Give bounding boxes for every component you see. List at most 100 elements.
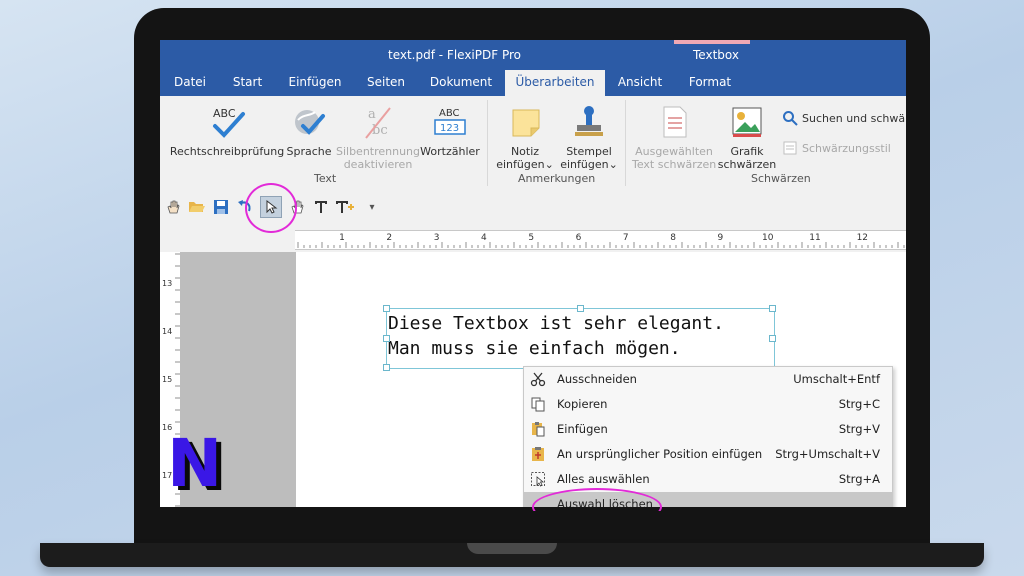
tab-datei[interactable]: Datei — [160, 70, 220, 96]
svg-text:a: a — [368, 107, 376, 122]
tab-ansicht[interactable]: Ansicht — [605, 70, 675, 96]
redact-style-icon — [783, 141, 797, 155]
ruler-label: 4 — [481, 233, 487, 243]
redact-graphic-button[interactable]: Grafik schwärzen — [716, 102, 778, 171]
menu-item-paste-in-place[interactable]: An ursprünglicher Position einfügen Strg… — [524, 442, 892, 467]
menu-item-shortcut: Strg+V — [838, 422, 880, 436]
resize-handle[interactable] — [383, 364, 390, 371]
hand-icon[interactable] — [163, 197, 183, 217]
menu-item-cut[interactable]: Ausschneiden Umschalt+Entf — [524, 367, 892, 392]
context-tab-band — [674, 40, 750, 44]
scissors-icon — [530, 372, 546, 387]
insert-note-button[interactable]: Notiz einfügen⌄ — [492, 102, 558, 171]
ruler-label: 10 — [762, 233, 774, 243]
search-redact-button[interactable]: Suchen und schwärzen — [782, 110, 906, 126]
ribbon-tabs: Datei Start Einfügen Seiten Dokument Übe… — [160, 70, 906, 96]
menu-item-label: Alles auswählen — [557, 472, 650, 486]
insert-stamp-dropdown-icon: ⌄ — [608, 158, 618, 171]
context-menu: Ausschneiden Umschalt+Entf Kopieren Strg… — [523, 366, 893, 507]
highlight-circle-select-tool — [245, 183, 297, 233]
svg-text:bc: bc — [372, 123, 388, 138]
group-label-redact: Schwärzen — [751, 172, 811, 185]
redact-graphic-label-2: schwärzen — [717, 158, 777, 171]
add-text-icon[interactable] — [335, 197, 355, 217]
ribbon-separator — [625, 100, 626, 186]
insert-stamp-button[interactable]: Stempel einfügen⌄ — [556, 102, 622, 171]
sticky-note-icon — [512, 109, 540, 137]
resize-handle[interactable] — [383, 335, 390, 342]
menu-item-copy[interactable]: Kopieren Strg+C — [524, 392, 892, 417]
ruler-label: 7 — [623, 233, 629, 243]
stamp-icon — [575, 106, 603, 136]
language-button[interactable]: Sprache — [284, 102, 334, 158]
insert-stamp-label-2: einfügen — [560, 158, 609, 171]
hyphenation-button[interactable]: a bc Silbentrennung deaktivieren — [332, 102, 424, 171]
resize-handle[interactable] — [769, 335, 776, 342]
resize-handle[interactable] — [769, 305, 776, 312]
menu-item-shortcut: Strg+C — [838, 397, 880, 411]
hyphenation-icon: a bc — [365, 107, 391, 139]
globe-check-icon — [295, 110, 325, 135]
save-icon[interactable] — [211, 197, 231, 217]
search-icon — [783, 111, 798, 126]
ruler-label: 12 — [857, 233, 868, 243]
tab-format[interactable]: Format — [675, 70, 745, 96]
customize-toolbar-icon[interactable]: ▾ — [362, 197, 382, 217]
tab-seiten[interactable]: Seiten — [355, 70, 417, 96]
insert-note-label-2: einfügen — [496, 158, 545, 171]
menu-item-paste[interactable]: Einfügen Strg+V — [524, 417, 892, 442]
ruler-label: 6 — [576, 233, 582, 243]
textbox-line-1: Diese Textbox ist sehr elegant. — [388, 313, 724, 334]
open-folder-icon[interactable] — [187, 197, 207, 217]
tab-dokument[interactable]: Dokument — [417, 70, 505, 96]
ruler-label: 14 — [162, 327, 172, 336]
wordcount-num-text: 123 — [440, 123, 459, 134]
menu-item-label: An ursprünglicher Position einfügen — [557, 447, 763, 461]
menu-item-shortcut: Strg+A — [838, 472, 880, 486]
resize-handle[interactable] — [383, 305, 390, 312]
logo-letter: N — [167, 432, 222, 492]
redact-graphic-icon — [732, 107, 762, 137]
redact-selected-label-2: Text schwärzen — [632, 158, 717, 171]
insert-note-label-1: Notiz — [510, 145, 540, 158]
tab-einfuegen[interactable]: Einfügen — [275, 70, 355, 96]
text-tool-icon[interactable] — [311, 197, 331, 217]
redact-selected-text-button[interactable]: Ausgewählten Text schwärzen — [632, 102, 716, 171]
wordcount-icon: ABC 123 — [434, 108, 466, 135]
channel-logo: N N — [167, 432, 227, 492]
ruler-label: 5 — [528, 233, 534, 243]
tab-ueberarbeiten[interactable]: Überarbeiten — [505, 70, 605, 96]
app-window: text.pdf - FlexiPDF Pro Textbox Datei St… — [160, 40, 906, 507]
resize-handle[interactable] — [577, 305, 584, 312]
redact-style-button[interactable]: Schwärzungsstil — [782, 140, 891, 156]
redact-text-icon — [663, 106, 687, 138]
hyphenation-label-1: Silbentrennung — [335, 145, 421, 158]
group-label-text: Text — [314, 172, 337, 185]
group-label-annotations: Anmerkungen — [518, 172, 596, 185]
search-redact-label: Suchen und schwärzen — [802, 111, 906, 125]
ruler-label: 11 — [809, 233, 820, 243]
spellcheck-icon: ABC — [213, 107, 245, 138]
copy-icon — [531, 397, 545, 412]
context-tab-title: Textbox — [693, 48, 739, 62]
ruler-label: 8 — [670, 233, 676, 243]
laptop-notch — [467, 543, 557, 554]
textbox[interactable]: Diese Textbox ist sehr elegant. Man muss… — [383, 305, 776, 371]
ruler-label: 3 — [434, 233, 440, 243]
ruler-label: 16 — [162, 423, 172, 432]
paste-in-place-icon — [532, 447, 544, 461]
ribbon: ABC Rechtschreibprüfung Sprache a bc Sil… — [160, 96, 906, 189]
spellcheck-button[interactable]: ABC Rechtschreibprüfung — [168, 102, 286, 158]
ruler-label: 15 — [162, 375, 172, 384]
paste-icon — [532, 422, 545, 437]
laptop-base — [40, 543, 984, 567]
hyphenation-label-2: deaktivieren — [343, 158, 413, 171]
wordcount-button[interactable]: ABC 123 Wortzähler — [418, 102, 482, 158]
ruler-label: 2 — [386, 233, 392, 243]
wordcount-abc-text: ABC — [439, 108, 460, 119]
textbox-line-2: Man muss sie einfach mögen. — [388, 338, 681, 359]
ruler-label: 13 — [162, 279, 172, 288]
menu-item-label: Kopieren — [557, 397, 608, 411]
tab-start[interactable]: Start — [220, 70, 275, 96]
menu-item-label: Einfügen — [557, 422, 608, 436]
